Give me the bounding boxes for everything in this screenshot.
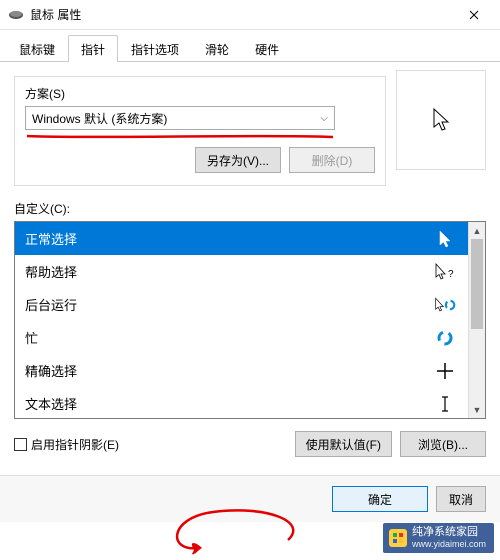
tab-strip: 鼠标键 指针 指针选项 滑轮 硬件 — [0, 30, 500, 62]
scroll-thumb[interactable] — [471, 239, 483, 329]
ok-button[interactable]: 确定 — [332, 486, 428, 512]
svg-text:?: ? — [448, 269, 454, 280]
titlebar: 鼠标 属性 — [0, 0, 500, 30]
ibeam-cursor-icon — [434, 395, 456, 413]
list-item[interactable]: 后台运行 — [15, 288, 468, 321]
scheme-selected-value: Windows 默认 (系统方案) — [32, 110, 167, 127]
tab-wheel[interactable]: 滑轮 — [192, 35, 242, 62]
cursor-preview — [396, 70, 486, 170]
scroll-track[interactable] — [469, 239, 485, 401]
pointer-shadow-label: 启用指针阴影(E) — [31, 436, 119, 453]
checkbox-box-icon — [14, 438, 27, 451]
dialog-footer: 确定 取消 — [0, 475, 500, 522]
scheme-label: 方案(S) — [25, 85, 375, 102]
delete-button: 删除(D) — [289, 147, 375, 173]
list-item-label: 帮助选择 — [25, 262, 77, 281]
list-item-label: 正常选择 — [25, 229, 77, 248]
cancel-button[interactable]: 取消 — [436, 486, 486, 512]
list-item[interactable]: 正常选择 — [15, 222, 468, 255]
watermark-brand: 纯净系统家园 — [412, 526, 486, 539]
scroll-up-button[interactable]: ▲ — [469, 222, 485, 239]
arrow-cursor-icon — [434, 230, 456, 248]
tab-pointer-options[interactable]: 指针选项 — [118, 35, 192, 62]
customize-label: 自定义(C): — [14, 200, 486, 217]
list-item-label: 忙 — [25, 328, 38, 347]
mouse-icon — [8, 7, 24, 23]
tab-pointers[interactable]: 指针 — [68, 35, 118, 62]
pointer-shadow-checkbox[interactable]: 启用指针阴影(E) — [14, 436, 119, 453]
dialog-body: 方案(S) Windows 默认 (系统方案) ⌵ 另存为(V)... 删除(D… — [0, 62, 500, 457]
annotation-red-underline — [25, 132, 335, 135]
save-as-button[interactable]: 另存为(V)... — [195, 147, 281, 173]
use-default-button[interactable]: 使用默认值(F) — [295, 431, 392, 457]
watermark: 纯净系统家园 www.yidaimei.com — [383, 523, 494, 553]
list-item-label: 后台运行 — [25, 295, 77, 314]
list-item-label: 文本选择 — [25, 394, 77, 413]
listbox-scrollbar[interactable]: ▲ ▼ — [468, 222, 485, 418]
cursor-listbox[interactable]: 正常选择 帮助选择 ? 后台运行 忙 — [14, 221, 486, 419]
watermark-url: www.yidaimei.com — [412, 539, 486, 550]
busy-cursor-icon — [434, 329, 456, 347]
browse-button[interactable]: 浏览(B)... — [400, 431, 486, 457]
scroll-down-button[interactable]: ▼ — [469, 401, 485, 418]
cross-cursor-icon — [434, 362, 456, 380]
watermark-logo-icon — [389, 529, 407, 547]
list-item[interactable]: 文本选择 — [15, 387, 468, 418]
chevron-down-icon: ⌵ — [320, 113, 328, 124]
tab-buttons[interactable]: 鼠标键 — [6, 35, 68, 62]
scheme-group: 方案(S) Windows 默认 (系统方案) ⌵ 另存为(V)... 删除(D… — [14, 76, 386, 186]
busy-arrow-cursor-icon — [434, 296, 456, 314]
window-title: 鼠标 属性 — [30, 6, 451, 23]
help-cursor-icon: ? — [434, 263, 456, 281]
arrow-cursor-icon — [431, 107, 451, 133]
list-item-label: 精确选择 — [25, 361, 77, 380]
close-button[interactable] — [451, 0, 496, 30]
list-item[interactable]: 忙 — [15, 321, 468, 354]
tab-hardware[interactable]: 硬件 — [242, 35, 292, 62]
list-item[interactable]: 帮助选择 ? — [15, 255, 468, 288]
list-item[interactable]: 精确选择 — [15, 354, 468, 387]
scheme-combo[interactable]: Windows 默认 (系统方案) ⌵ — [25, 106, 335, 130]
